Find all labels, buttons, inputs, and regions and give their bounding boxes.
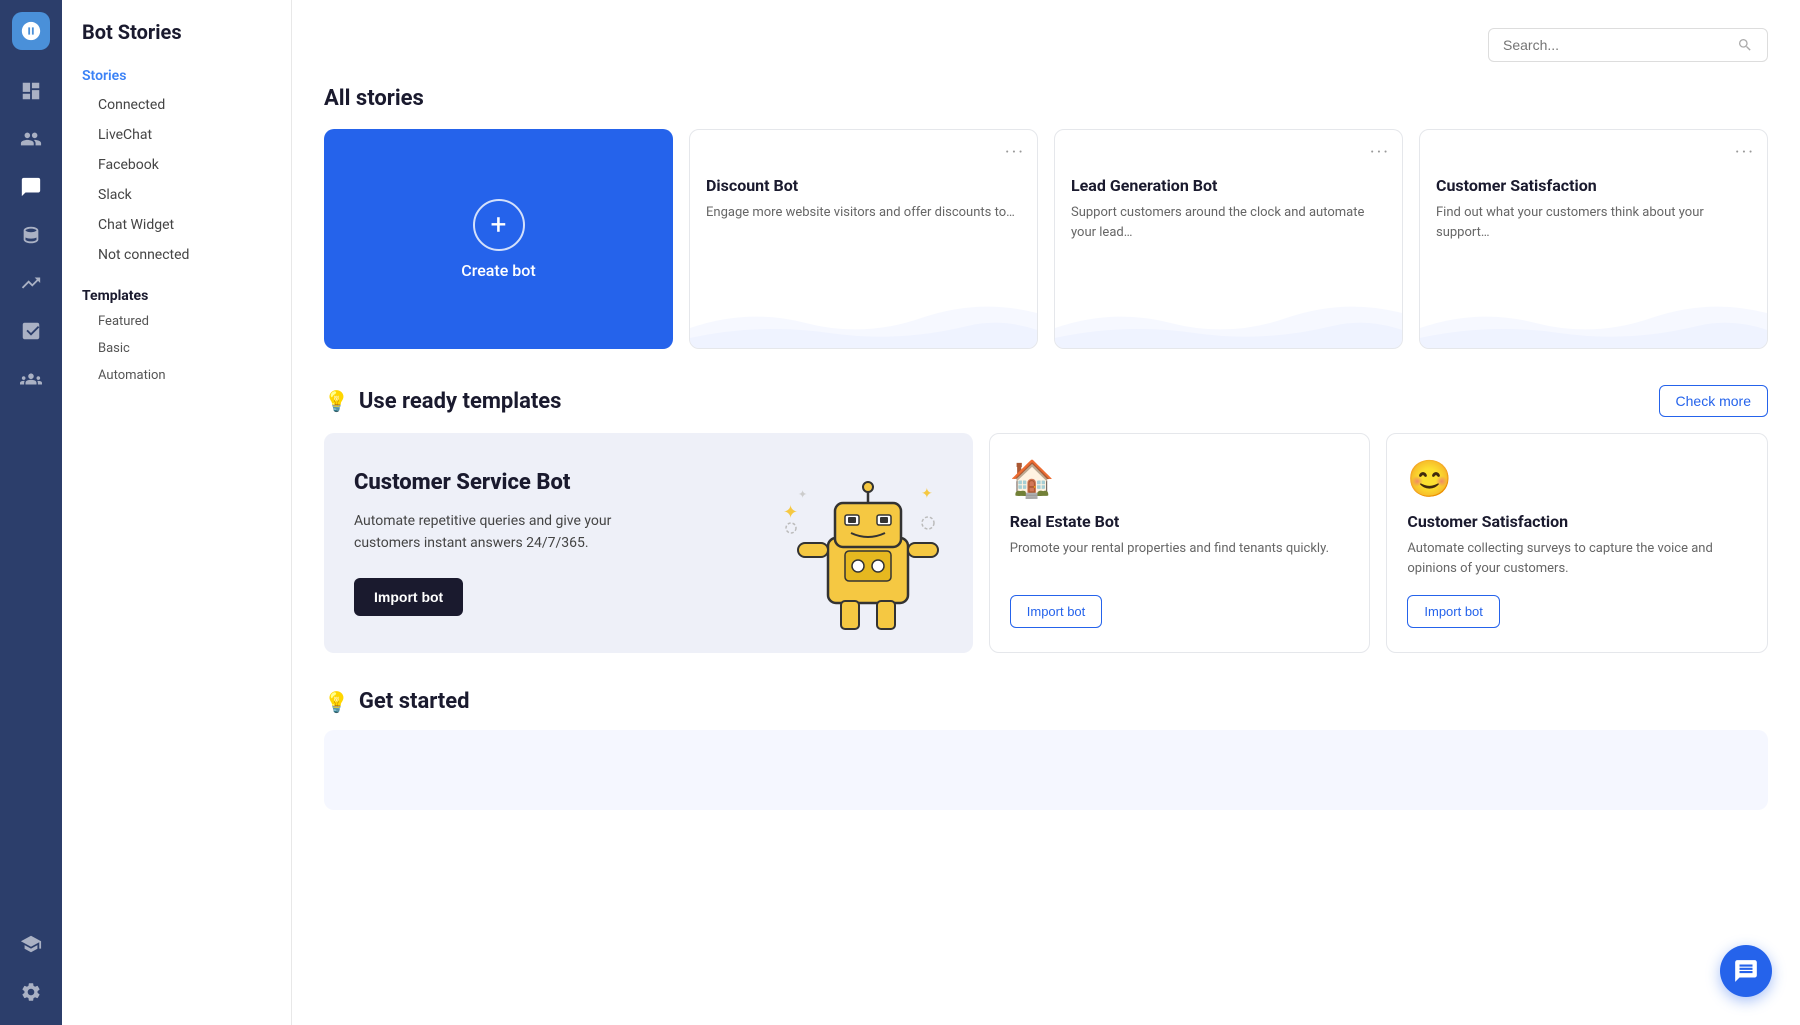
bot-card-desc-2: Find out what your customers think about… bbox=[1436, 203, 1751, 242]
nav-analytics[interactable] bbox=[10, 262, 52, 304]
all-stories-title: All stories bbox=[324, 86, 1768, 111]
svg-text:✦: ✦ bbox=[798, 488, 807, 501]
bot-card-desc-0: Engage more website visitors and offer d… bbox=[706, 203, 1021, 223]
get-started-content bbox=[324, 730, 1768, 810]
templates-header-left: 💡 Use ready templates bbox=[324, 389, 561, 414]
bot-card-2: ··· Customer Satisfaction Find out what … bbox=[1419, 129, 1768, 349]
page-title: Bot Stories bbox=[62, 20, 291, 62]
nav-connected[interactable]: Connected bbox=[62, 90, 291, 120]
get-started-header: 💡 Get started bbox=[324, 689, 1768, 714]
lightbulb-icon: 💡 bbox=[324, 389, 349, 413]
create-circle: + bbox=[473, 199, 525, 251]
card-menu-2[interactable]: ··· bbox=[1735, 142, 1755, 163]
nav-not-connected[interactable]: Not connected bbox=[62, 240, 291, 270]
real-estate-title: Real Estate Bot bbox=[1010, 512, 1350, 531]
card-wave-0 bbox=[690, 288, 1037, 348]
nav-slack[interactable]: Slack bbox=[62, 180, 291, 210]
bot-card-desc-1: Support customers around the clock and a… bbox=[1071, 203, 1386, 242]
nav-chat[interactable] bbox=[10, 166, 52, 208]
search-input[interactable] bbox=[1503, 37, 1737, 53]
nav-reports[interactable] bbox=[10, 310, 52, 352]
customer-sat-template: 😊 Customer Satisfaction Automate collect… bbox=[1386, 433, 1768, 653]
nav-settings[interactable] bbox=[10, 971, 52, 1013]
templates-section-header: 💡 Use ready templates Check more bbox=[324, 385, 1768, 417]
nav-featured[interactable]: Featured bbox=[62, 308, 291, 335]
customer-sat-title: Customer Satisfaction bbox=[1407, 512, 1747, 531]
nav-dashboard[interactable] bbox=[10, 70, 52, 112]
icon-sidebar bbox=[0, 0, 62, 1025]
nav-stories-section[interactable]: Stories bbox=[62, 62, 291, 90]
check-more-button[interactable]: Check more bbox=[1659, 385, 1768, 417]
featured-template-desc: Automate repetitive queries and give you… bbox=[354, 510, 634, 555]
featured-import-button[interactable]: Import bot bbox=[354, 578, 463, 616]
templates-section-title: Use ready templates bbox=[359, 389, 562, 414]
featured-illustration: ✦ ✦ ✦ bbox=[753, 433, 973, 653]
card-menu-0[interactable]: ··· bbox=[1005, 142, 1025, 163]
card-wave-1 bbox=[1055, 288, 1402, 348]
real-estate-import-button[interactable]: Import bot bbox=[1010, 595, 1103, 628]
templates-grid: Customer Service Bot Automate repetitive… bbox=[324, 433, 1768, 653]
bot-illustration: ✦ ✦ ✦ bbox=[763, 443, 973, 653]
chat-fab[interactable] bbox=[1720, 945, 1772, 997]
get-started-icon: 💡 bbox=[324, 690, 349, 714]
bot-card-title-1: Lead Generation Bot bbox=[1071, 176, 1386, 195]
nav-academy[interactable] bbox=[10, 923, 52, 965]
card-wave-2 bbox=[1420, 288, 1767, 348]
customer-sat-icon: 😊 bbox=[1407, 458, 1747, 500]
nav-contacts[interactable] bbox=[10, 118, 52, 160]
svg-text:✦: ✦ bbox=[783, 502, 798, 523]
left-nav: Bot Stories Stories Connected LiveChat F… bbox=[62, 0, 292, 1025]
nav-basic[interactable]: Basic bbox=[62, 335, 291, 362]
top-bar bbox=[324, 28, 1768, 62]
nav-templates-group: Templates bbox=[62, 278, 291, 308]
stories-grid: + Create bot ··· Discount Bot Engage mor… bbox=[324, 129, 1768, 349]
nav-database[interactable] bbox=[10, 214, 52, 256]
nav-automation[interactable]: Automation bbox=[62, 362, 291, 389]
customer-sat-import-button[interactable]: Import bot bbox=[1407, 595, 1500, 628]
get-started-title: Get started bbox=[359, 689, 470, 714]
nav-livechat[interactable]: LiveChat bbox=[62, 120, 291, 150]
bot-card-title-0: Discount Bot bbox=[706, 176, 1021, 195]
search-icon bbox=[1737, 37, 1753, 53]
card-menu-1[interactable]: ··· bbox=[1370, 142, 1390, 163]
bot-card-title-2: Customer Satisfaction bbox=[1436, 176, 1751, 195]
nav-chat-widget[interactable]: Chat Widget bbox=[62, 210, 291, 240]
svg-text:✦: ✦ bbox=[921, 486, 933, 502]
bot-card-1: ··· Lead Generation Bot Support customer… bbox=[1054, 129, 1403, 349]
real-estate-desc: Promote your rental properties and find … bbox=[1010, 539, 1350, 583]
featured-template-title: Customer Service Bot bbox=[354, 469, 654, 498]
search-box[interactable] bbox=[1488, 28, 1768, 62]
nav-facebook[interactable]: Facebook bbox=[62, 150, 291, 180]
create-bot-label: Create bot bbox=[461, 261, 535, 280]
real-estate-icon: 🏠 bbox=[1010, 458, 1350, 500]
bot-card-0: ··· Discount Bot Engage more website vis… bbox=[689, 129, 1038, 349]
main-content: All stories + Create bot ··· Discount Bo… bbox=[292, 0, 1800, 1025]
real-estate-template: 🏠 Real Estate Bot Promote your rental pr… bbox=[989, 433, 1371, 653]
nav-team[interactable] bbox=[10, 358, 52, 400]
featured-template: Customer Service Bot Automate repetitive… bbox=[324, 433, 973, 653]
create-bot-card[interactable]: + Create bot bbox=[324, 129, 673, 349]
customer-sat-desc: Automate collecting surveys to capture t… bbox=[1407, 539, 1747, 583]
app-logo[interactable] bbox=[12, 12, 50, 50]
